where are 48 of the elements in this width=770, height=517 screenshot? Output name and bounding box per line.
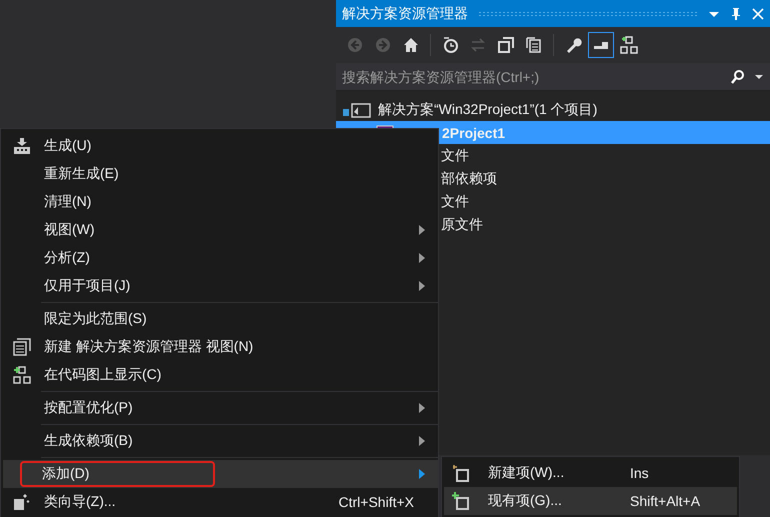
menu-item[interactable]: 类向导(Z)... Ctrl+Shift+X	[1, 488, 438, 516]
menu-item[interactable]: 添加(D)	[3, 460, 438, 488]
new-view-icon	[13, 338, 31, 356]
add-item-icon	[452, 492, 470, 510]
menu-item[interactable]: 现有项(G)... Shift+Alt+A	[444, 487, 737, 515]
menu-item-label: 限定为此范围(S)	[44, 310, 148, 328]
solution-icon	[342, 102, 372, 118]
menu-item[interactable]: 重新生成(E)	[1, 160, 438, 188]
shortcut-text: Ctrl+Shift+X	[338, 494, 414, 510]
menu-item-label: 仅用于项目(J)	[44, 277, 132, 295]
menu-item[interactable]: 清理(N)	[1, 188, 438, 216]
menu-item[interactable]: 在代码图上显示(C)	[1, 361, 438, 389]
preview-icon[interactable]	[588, 32, 614, 58]
menu-item[interactable]: 分析(Z)	[1, 244, 438, 272]
menu-item[interactable]: 限定为此范围(S)	[1, 305, 438, 333]
tree-item-label: 解决方案“Win32Project1”(1 个项目)	[378, 100, 598, 118]
search-field[interactable]: 搜索解决方案资源管理器(Ctrl+;)	[342, 68, 728, 84]
new-item-icon	[452, 464, 470, 482]
tree-item[interactable]: 解决方案“Win32Project1”(1 个项目)	[336, 98, 770, 121]
menu-item-label: 分析(Z)	[44, 249, 91, 267]
menu-item[interactable]: 按配置优化(P)	[1, 394, 438, 422]
menu-item[interactable]: 视图(W)	[1, 216, 438, 244]
menu-item-label: 生成依赖项(B)	[44, 432, 134, 450]
tree-item-label: 2Project1	[442, 124, 506, 140]
menu-item-label: 清理(N)	[44, 193, 92, 211]
menu-item-label: 新建项(W)...	[488, 464, 566, 482]
build-icon	[13, 137, 31, 155]
menu-item-label: 现有项(G)...	[488, 492, 563, 510]
menu-item-label: 视图(W)	[44, 221, 96, 239]
close-icon[interactable]	[752, 8, 764, 20]
menu-item-label: 生成(U)	[44, 137, 92, 155]
diagram-icon	[13, 366, 31, 384]
shortcut-text: Ins	[630, 465, 649, 481]
menu-item[interactable]: 仅用于项目(J)	[1, 272, 438, 300]
menu-item-label: 在代码图上显示(C)	[44, 366, 162, 384]
menu-item-label: 类向导(Z)...	[44, 493, 117, 511]
menu-item[interactable]: 新建 解决方案资源管理器 视图(N)	[1, 333, 438, 361]
menu-item[interactable]: 新建项(W)... Ins	[444, 459, 737, 487]
panel-title: 解决方案资源管理器	[342, 4, 468, 22]
pin-icon[interactable]	[730, 6, 742, 20]
menu-item-label: 按配置优化(P)	[44, 399, 134, 417]
menu-item-label: 重新生成(E)	[44, 165, 120, 183]
wizard-icon	[13, 493, 31, 511]
shortcut-text: Shift+Alt+A	[630, 493, 700, 509]
search-box[interactable]: 搜索解决方案资源管理器(Ctrl+;)	[336, 63, 770, 91]
menu-item-label: 新建 解决方案资源管理器 视图(N)	[44, 338, 254, 356]
menu-item-label: 添加(D)	[20, 461, 216, 487]
menu-item[interactable]: 生成依赖项(B)	[1, 427, 438, 455]
